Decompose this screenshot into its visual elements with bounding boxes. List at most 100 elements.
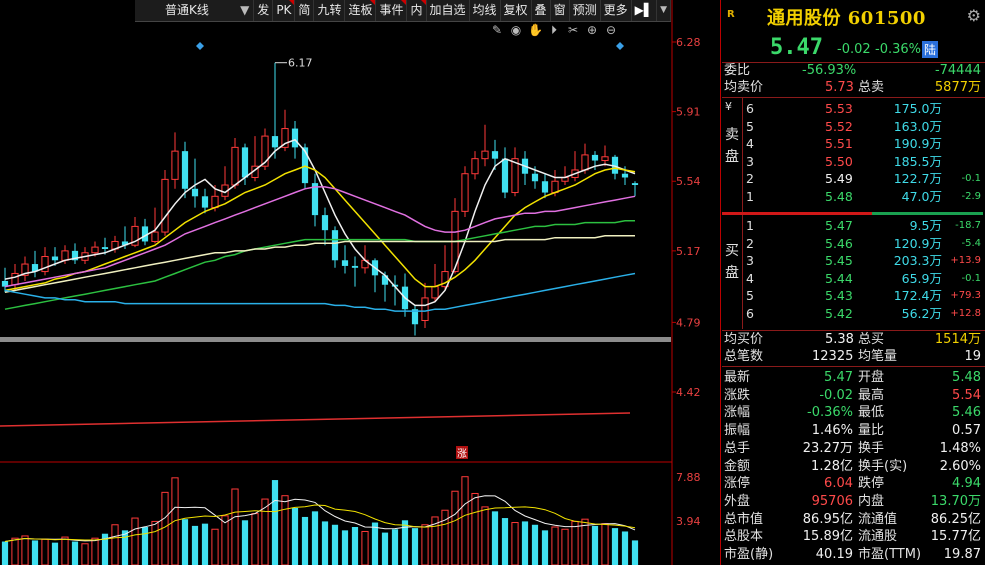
level-volume: 65.9万 bbox=[901, 270, 942, 286]
candle-body bbox=[291, 128, 299, 148]
market-badge: 陆 bbox=[922, 41, 939, 58]
stat-value: 6.04 bbox=[824, 476, 853, 492]
hand-icon[interactable]: ✋ bbox=[528, 23, 543, 38]
order-book-row[interactable]: 5 5.43 172.4万 +79.3 bbox=[722, 287, 985, 304]
stat-label: 总市值 bbox=[724, 511, 764, 527]
volume-bar bbox=[451, 490, 459, 565]
order-book-row[interactable]: 4 5.51 190.9万 bbox=[722, 135, 985, 152]
stat-value: 1.48% bbox=[939, 440, 981, 456]
zoom-out-icon[interactable]: ⊖ bbox=[604, 23, 618, 38]
event-marker-icon bbox=[616, 42, 624, 50]
toolbar-item[interactable]: 更多 bbox=[601, 0, 632, 21]
pen-icon[interactable]: ✎ bbox=[490, 23, 504, 38]
candle-body bbox=[341, 260, 349, 266]
order-book-row[interactable]: 6 5.42 56.2万 +12.8 bbox=[722, 305, 985, 322]
eye-icon[interactable]: ◉ bbox=[509, 23, 523, 38]
stock-name[interactable]: 通用股份 601500 bbox=[767, 4, 926, 30]
chart-type-select[interactable]: 普通K线 ▼ bbox=[135, 0, 255, 21]
chevron-down-icon[interactable]: ▼ bbox=[657, 0, 671, 21]
toolbar-item[interactable]: 加自选 bbox=[427, 0, 470, 21]
toolbar-item[interactable]: 简 bbox=[295, 0, 315, 21]
order-book-row[interactable]: 1 5.48 47.0万 -2.9 bbox=[722, 188, 985, 205]
level-change: -0.1 bbox=[961, 173, 981, 184]
order-book-row[interactable]: 4 5.44 65.9万 -0.1 bbox=[722, 270, 985, 287]
volume-tick-label: 7.88 bbox=[676, 471, 701, 484]
order-book-row[interactable]: 3 5.50 185.5万 bbox=[722, 153, 985, 170]
volume-bar bbox=[611, 528, 619, 565]
volume-bar bbox=[291, 508, 299, 565]
toolbar-item[interactable]: 内 bbox=[407, 0, 427, 21]
zoom-in-icon[interactable]: ⊕ bbox=[585, 23, 599, 38]
stat-value: 86.95亿 bbox=[802, 511, 853, 527]
avg-trade-label: 均笔量 bbox=[858, 349, 898, 364]
level-price: 5.52 bbox=[825, 118, 853, 134]
pane-separator[interactable] bbox=[0, 337, 671, 342]
toolbar-item[interactable]: 发 bbox=[254, 0, 274, 21]
quote-header: R 通用股份 601500 ⚙ bbox=[722, 0, 985, 32]
play-icon[interactable]: ▶▌ bbox=[632, 0, 658, 21]
toolbar-item[interactable]: 事件 bbox=[376, 0, 408, 21]
volume-bar bbox=[61, 536, 69, 565]
stat-label: 振幅 bbox=[724, 423, 751, 439]
volume-bar bbox=[461, 476, 469, 565]
level-change: -18.7 bbox=[955, 220, 981, 231]
stat-row: 总股本 15.89亿 流通股 15.77亿 bbox=[722, 528, 985, 545]
volume-bar bbox=[481, 506, 489, 565]
total-sell-label: 总卖 bbox=[858, 80, 885, 95]
price-tick-label: 6.28 bbox=[676, 36, 701, 49]
toolbar-item[interactable]: 复权 bbox=[501, 0, 532, 21]
toolbar-item[interactable]: 九转 bbox=[314, 0, 346, 21]
toolbar-item[interactable]: 叠 bbox=[532, 0, 551, 21]
volume-bar bbox=[11, 537, 19, 565]
order-book-row[interactable]: 3 5.45 203.3万 +13.9 bbox=[722, 252, 985, 269]
stat-row: 涨幅 -0.36% 最低 5.46 bbox=[722, 404, 985, 421]
candle-body bbox=[151, 231, 159, 242]
kline-chart[interactable]: 6.28 5.91 5.54 5.17 4.79 4.42 7.88 3.94 6.17 涨 bbox=[0, 0, 720, 565]
volume-average-line bbox=[4, 495, 636, 542]
stat-row: 涨停 6.04 跌停 4.94 bbox=[722, 475, 985, 492]
order-book-row[interactable]: 2 5.49 122.7万 -0.1 bbox=[722, 170, 985, 187]
order-ratio-row: 委比 -56.93% -74444 bbox=[722, 62, 985, 79]
volume-bar bbox=[631, 540, 639, 565]
stat-row: 振幅 1.46% 量比 0.57 bbox=[722, 422, 985, 439]
toolbar-item[interactable]: 均线 bbox=[470, 0, 501, 21]
volume-bar bbox=[381, 532, 389, 565]
event-marker-icon bbox=[196, 42, 204, 50]
candle-body bbox=[331, 230, 339, 261]
stat-label: 量比 bbox=[858, 423, 885, 439]
stat-value: 23.27万 bbox=[802, 440, 853, 456]
toolbar-item[interactable]: 窗 bbox=[551, 0, 570, 21]
candle-body bbox=[301, 147, 309, 184]
chart-type-label: 普通K线 bbox=[165, 3, 209, 17]
candle-body bbox=[491, 151, 499, 159]
price-tick-label: 4.42 bbox=[676, 386, 701, 399]
stat-value: 86.25亿 bbox=[930, 511, 981, 527]
toolbar-item[interactable]: 连板 bbox=[345, 0, 377, 21]
volume-bar bbox=[491, 511, 499, 565]
stat-label: 换手(实) bbox=[858, 458, 908, 474]
play-circle-icon[interactable]: ⏵ bbox=[547, 23, 561, 38]
toolbar-item[interactable]: 预测 bbox=[570, 0, 601, 21]
toolbar-item[interactable]: PK bbox=[273, 0, 296, 21]
order-book-row[interactable]: 1 5.47 9.5万 -18.7 bbox=[722, 217, 985, 234]
volume-bar bbox=[111, 524, 119, 565]
order-book-row[interactable]: 6 5.53 175.0万 bbox=[722, 100, 985, 117]
volume-bar bbox=[121, 530, 129, 565]
buy-strength-bar bbox=[872, 212, 983, 215]
total-buy-value: 1514万 bbox=[934, 332, 981, 347]
candle-body bbox=[11, 272, 19, 286]
stat-label: 最新 bbox=[724, 370, 751, 385]
level-label: 1 bbox=[746, 188, 754, 204]
chevron-down-icon: ▼ bbox=[240, 3, 250, 17]
order-book-row[interactable]: 2 5.46 120.9万 -5.4 bbox=[722, 235, 985, 252]
candle-body bbox=[501, 158, 509, 193]
candle-body bbox=[91, 246, 99, 254]
kline-chart-panel[interactable]: 6.28 5.91 5.54 5.17 4.79 4.42 7.88 3.94 6.17 涨 普通… bbox=[0, 0, 720, 565]
candle-body bbox=[161, 178, 169, 233]
scissors-icon[interactable]: ✂ bbox=[566, 23, 580, 38]
stat-value: 15.77亿 bbox=[930, 529, 981, 545]
order-book-row[interactable]: 5 5.52 163.0万 bbox=[722, 118, 985, 135]
volume-bar bbox=[21, 535, 29, 565]
level-price: 5.45 bbox=[825, 253, 853, 268]
gear-icon[interactable]: ⚙ bbox=[967, 6, 981, 25]
